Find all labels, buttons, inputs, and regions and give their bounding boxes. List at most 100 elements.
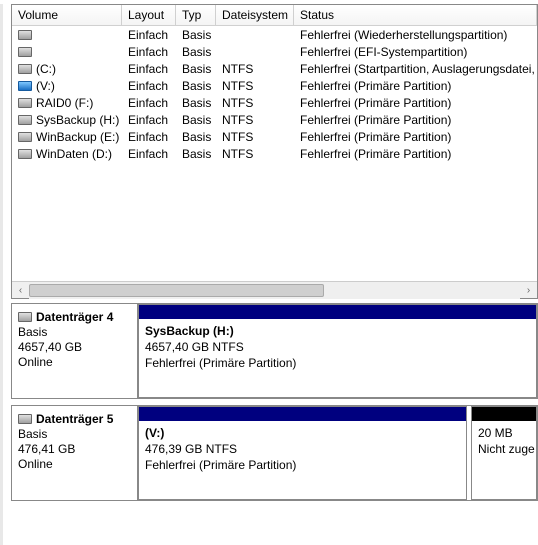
- disk-icon: [18, 64, 32, 74]
- table-row[interactable]: WinDaten (D:) Einfach Basis NTFS Fehlerf…: [12, 145, 537, 162]
- cell-type: Basis: [176, 130, 216, 144]
- partition-bar: [139, 407, 466, 421]
- column-header-type[interactable]: Typ: [176, 5, 216, 25]
- cell-filesystem: NTFS: [216, 79, 294, 93]
- disk-icon: [18, 312, 32, 322]
- cell-layout: Einfach: [122, 62, 176, 76]
- partition-size: 20 MB: [478, 425, 530, 441]
- volume-name: RAID0 (F:): [36, 96, 93, 110]
- table-row[interactable]: Einfach Basis Fehlerfrei (Wiederherstell…: [12, 26, 537, 43]
- disk-icon: [18, 149, 32, 159]
- partition-status: Fehlerfrei (Primäre Partition): [145, 457, 460, 473]
- disk-icon: [18, 30, 32, 40]
- column-header-layout[interactable]: Layout: [122, 5, 176, 25]
- disk-state: Online: [18, 355, 131, 369]
- disk-info[interactable]: Datenträger 5 Basis 476,41 GB Online: [12, 406, 138, 500]
- partition-name: (V:): [145, 425, 460, 441]
- disk-icon: [18, 132, 32, 142]
- disk-title: Datenträger 4: [18, 310, 131, 324]
- table-row[interactable]: Einfach Basis Fehlerfrei (EFI-Systempart…: [12, 43, 537, 60]
- disk-graphic-pane: Datenträger 4 Basis 4657,40 GB Online Sy…: [11, 303, 538, 501]
- scroll-left-icon[interactable]: ‹: [12, 282, 29, 299]
- table-row[interactable]: RAID0 (F:) Einfach Basis NTFS Fehlerfrei…: [12, 94, 537, 111]
- disk-icon: [18, 47, 32, 57]
- cell-status: Fehlerfrei (EFI-Systempartition): [294, 45, 537, 59]
- partition-body: 20 MB Nicht zuge: [472, 421, 536, 463]
- table-row[interactable]: (V:) Einfach Basis NTFS Fehlerfrei (Prim…: [12, 77, 537, 94]
- cell-type: Basis: [176, 113, 216, 127]
- disk-type: Basis: [18, 325, 131, 339]
- disk-title-text: Datenträger 5: [36, 412, 113, 426]
- volume-list-pane: Volume Layout Typ Dateisystem Status Ein…: [11, 4, 538, 299]
- disk-title-text: Datenträger 4: [36, 310, 113, 324]
- disk-block: Datenträger 5 Basis 476,41 GB Online (V:…: [11, 405, 538, 501]
- partition-body: SysBackup (H:) 4657,40 GB NTFS Fehlerfre…: [139, 319, 536, 378]
- volume-name: SysBackup (H:): [36, 113, 119, 127]
- volume-rows: Einfach Basis Fehlerfrei (Wiederherstell…: [12, 26, 537, 281]
- partition-name: SysBackup (H:): [145, 323, 530, 339]
- volume-list-header: Volume Layout Typ Dateisystem Status: [12, 5, 537, 26]
- disk-icon: [18, 81, 32, 91]
- disk-type: Basis: [18, 427, 131, 441]
- partition-size: 4657,40 GB NTFS: [145, 339, 530, 355]
- cell-layout: Einfach: [122, 130, 176, 144]
- cell-status: Fehlerfrei (Primäre Partition): [294, 79, 537, 93]
- scroll-thumb[interactable]: [29, 284, 324, 297]
- volume-name: WinBackup (E:): [36, 130, 119, 144]
- disk-size: 4657,40 GB: [18, 340, 131, 354]
- disk-info[interactable]: Datenträger 4 Basis 4657,40 GB Online: [12, 304, 138, 398]
- cell-type: Basis: [176, 96, 216, 110]
- cell-filesystem: NTFS: [216, 130, 294, 144]
- scroll-right-icon[interactable]: ›: [520, 282, 537, 299]
- partition-strip: (V:) 476,39 GB NTFS Fehlerfrei (Primäre …: [138, 406, 537, 500]
- partition-bar: [472, 407, 536, 421]
- disk-size: 476,41 GB: [18, 442, 131, 456]
- cell-layout: Einfach: [122, 96, 176, 110]
- cell-filesystem: NTFS: [216, 113, 294, 127]
- partition-bar: [139, 305, 536, 319]
- column-header-filesystem[interactable]: Dateisystem: [216, 5, 294, 25]
- volume-name: (V:): [36, 79, 55, 93]
- partition[interactable]: SysBackup (H:) 4657,40 GB NTFS Fehlerfre…: [138, 304, 537, 398]
- column-header-status[interactable]: Status: [294, 5, 537, 25]
- disk-partitions: (V:) 476,39 GB NTFS Fehlerfrei (Primäre …: [138, 406, 537, 500]
- cell-status: Fehlerfrei (Primäre Partition): [294, 130, 537, 144]
- cell-layout: Einfach: [122, 79, 176, 93]
- cell-layout: Einfach: [122, 45, 176, 59]
- scroll-track[interactable]: [29, 282, 520, 299]
- disk-block: Datenträger 4 Basis 4657,40 GB Online Sy…: [11, 303, 538, 399]
- cell-type: Basis: [176, 147, 216, 161]
- cell-type: Basis: [176, 62, 216, 76]
- cell-status: Fehlerfrei (Primäre Partition): [294, 113, 537, 127]
- horizontal-scrollbar[interactable]: ‹ ›: [12, 281, 537, 298]
- cell-type: Basis: [176, 28, 216, 42]
- partition-status: Fehlerfrei (Primäre Partition): [145, 355, 530, 371]
- partition-status: Nicht zuge: [478, 441, 530, 457]
- cell-filesystem: NTFS: [216, 147, 294, 161]
- table-row[interactable]: (C:) Einfach Basis NTFS Fehlerfrei (Star…: [12, 60, 537, 77]
- disk-icon: [18, 414, 32, 424]
- partition[interactable]: (V:) 476,39 GB NTFS Fehlerfrei (Primäre …: [138, 406, 467, 500]
- column-header-volume[interactable]: Volume: [12, 5, 122, 25]
- volume-name: WinDaten (D:): [36, 147, 112, 161]
- partition-body: (V:) 476,39 GB NTFS Fehlerfrei (Primäre …: [139, 421, 466, 480]
- disk-title: Datenträger 5: [18, 412, 131, 426]
- cell-type: Basis: [176, 79, 216, 93]
- cell-status: Fehlerfrei (Primäre Partition): [294, 147, 537, 161]
- cell-status: Fehlerfrei (Wiederherstellungspartition): [294, 28, 537, 42]
- partition-strip: SysBackup (H:) 4657,40 GB NTFS Fehlerfre…: [138, 304, 537, 398]
- table-row[interactable]: SysBackup (H:) Einfach Basis NTFS Fehler…: [12, 111, 537, 128]
- cell-layout: Einfach: [122, 147, 176, 161]
- disk-state: Online: [18, 457, 131, 471]
- disk-partitions: SysBackup (H:) 4657,40 GB NTFS Fehlerfre…: [138, 304, 537, 398]
- volume-name: (C:): [36, 62, 56, 76]
- cell-type: Basis: [176, 45, 216, 59]
- cell-status: Fehlerfrei (Primäre Partition): [294, 96, 537, 110]
- cell-filesystem: NTFS: [216, 96, 294, 110]
- partition-size: 476,39 GB NTFS: [145, 441, 460, 457]
- partition[interactable]: 20 MB Nicht zuge: [471, 406, 537, 500]
- table-row[interactable]: WinBackup (E:) Einfach Basis NTFS Fehler…: [12, 128, 537, 145]
- cell-filesystem: NTFS: [216, 62, 294, 76]
- disk-icon: [18, 98, 32, 108]
- cell-layout: Einfach: [122, 113, 176, 127]
